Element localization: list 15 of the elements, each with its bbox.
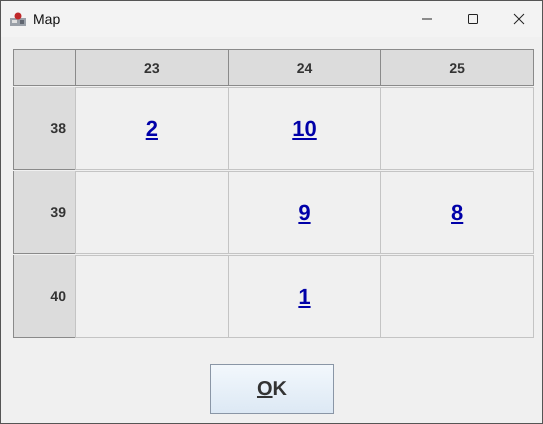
cell-link[interactable]: 1 (298, 284, 311, 310)
column-header: 24 (228, 49, 382, 86)
row-header: 38 (13, 87, 76, 170)
column-header: 23 (75, 49, 229, 86)
ok-button[interactable]: OK (210, 364, 334, 414)
cell-link[interactable]: 8 (451, 200, 464, 226)
corner-header (13, 49, 76, 86)
cell-link[interactable]: 2 (146, 116, 158, 142)
row-header: 40 (13, 255, 76, 338)
app-icon (9, 10, 27, 28)
column-header: 25 (380, 49, 534, 86)
row-header: 39 (13, 171, 76, 254)
cell-link[interactable]: 10 (292, 116, 317, 142)
window-title: Map (33, 11, 60, 27)
cell-link[interactable]: 9 (298, 200, 311, 226)
